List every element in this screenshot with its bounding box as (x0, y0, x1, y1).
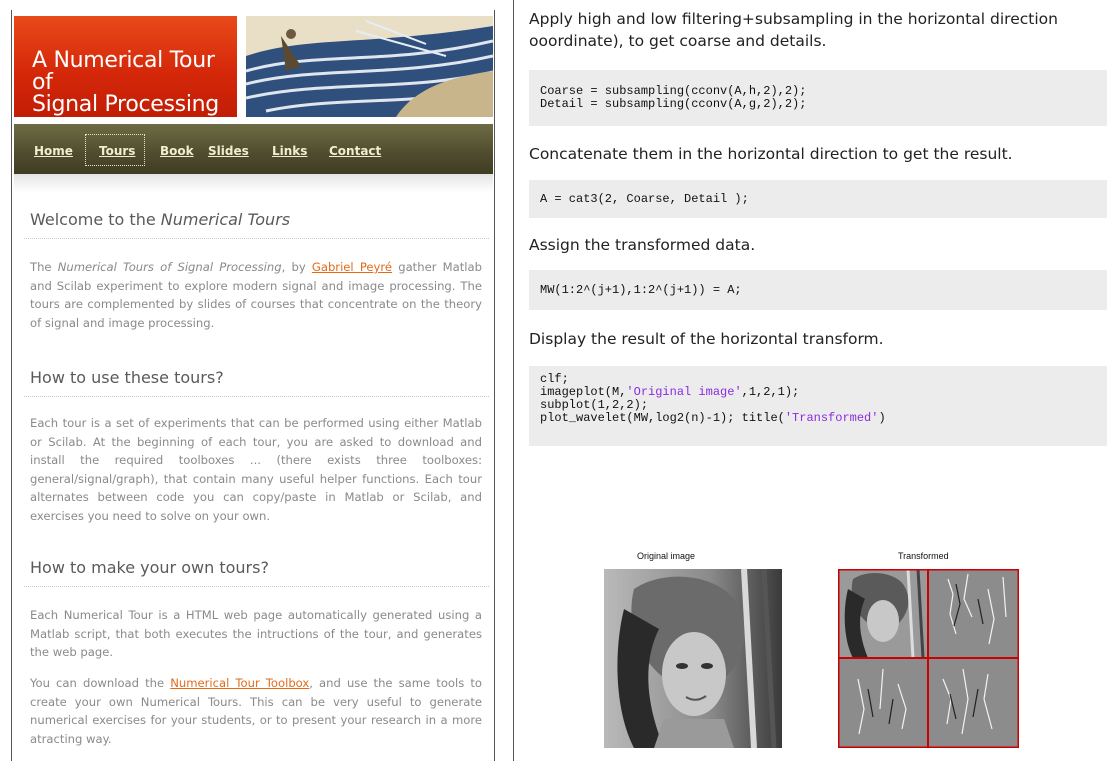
make-tours-paragraph-2: You can download the Numerical Tour Tool… (30, 674, 482, 748)
code-line: plot_wavelet(MW,log2(n)-1); title('Trans… (540, 412, 1107, 425)
logo-line-2: Signal Processing (32, 92, 219, 117)
instruction-text-4: Display the result of the horizontal tra… (529, 330, 884, 348)
nav-shadow (14, 174, 493, 192)
code-line: A = cat3(2, Coarse, Detail ); (540, 192, 749, 206)
code-token: ,1,2,1); (741, 385, 800, 399)
how-to-use-paragraph: Each tour is a set of experiments that c… (30, 416, 482, 523)
site-logo[interactable]: A Numerical Tour of Signal Processing (14, 16, 237, 117)
toolbox-link[interactable]: Numerical Tour Toolbox (170, 676, 309, 690)
transformed-image-title: Transformed (898, 551, 949, 561)
welcome-heading-em: Numerical Tours (160, 210, 291, 229)
header-banner-image (246, 16, 493, 117)
welcome-text: , by (281, 260, 312, 274)
nav-slides[interactable]: Slides (208, 144, 249, 158)
welcome-text: The (30, 260, 58, 274)
author-link[interactable]: Gabriel Peyré (312, 260, 392, 274)
panel-border-right (494, 10, 495, 761)
code-token: imageplot(M, (540, 385, 627, 399)
welcome-paragraph: The Numerical Tours of Signal Processing… (30, 258, 482, 332)
welcome-heading: Welcome to the Numerical Tours (30, 210, 290, 229)
code-token: plot_wavelet(MW,log2(n)-1); title( (540, 411, 785, 425)
logo-title: A Numerical Tour of Signal Processing (32, 50, 237, 116)
main-navigation: Home Tours Book Slides Links Contact (14, 124, 493, 174)
logo-line-1: A Numerical Tour of (32, 48, 215, 95)
instruction-line: Apply high and low filtering+subsampling… (529, 10, 1058, 28)
make-tours-heading: How to make your own tours? (30, 558, 269, 577)
right-panel-border (513, 0, 514, 761)
code-block-1[interactable]: Coarse = subsampling(cconv(A,h,2),2); Det… (529, 70, 1107, 126)
wavelet-tour-page: Apply high and low filtering+subsampling… (513, 0, 1107, 761)
section-divider (24, 238, 489, 239)
welcome-heading-prefix: Welcome to the (30, 210, 161, 229)
original-image-title: Original image (637, 551, 696, 561)
numerical-tours-webpage: A Numerical Tour of Signal Processing Ho… (10, 10, 494, 761)
instruction-text-1: Apply high and low filtering+subsampling… (529, 8, 1058, 52)
code-string: 'Original image' (626, 385, 742, 399)
make-tours-paragraph-1: Each Numerical Tour is a HTML web page a… (30, 608, 482, 660)
panel-border-left (11, 10, 12, 761)
original-image (604, 569, 782, 748)
instruction-text-3: Assign the transformed data. (529, 236, 756, 254)
nav-contact[interactable]: Contact (329, 144, 381, 158)
nav-home[interactable]: Home (34, 144, 73, 158)
code-string: 'Transformed' (784, 411, 879, 425)
section-divider (24, 396, 489, 397)
code-block-4[interactable]: clf; imageplot(M,'Original image',1,2,1);… (529, 366, 1107, 446)
nav-tours[interactable]: Tours (99, 144, 135, 158)
instruction-line: ooordinate), to get coarse and details. (529, 32, 827, 50)
download-text: You can download the (30, 676, 171, 690)
code-token: ) (878, 411, 886, 425)
nav-links[interactable]: Links (272, 144, 307, 158)
nav-book[interactable]: Book (160, 144, 194, 158)
code-block-2[interactable]: A = cat3(2, Coarse, Detail ); (529, 180, 1107, 218)
instruction-text-2: Concatenate them in the horizontal direc… (529, 145, 1013, 163)
section-divider (24, 586, 489, 587)
transformed-image (838, 569, 1019, 748)
code-line: Detail = subsampling(cconv(A,g,2),2); (540, 97, 807, 111)
welcome-text-em: Numerical Tours of Signal Processing (57, 260, 282, 274)
site-header: A Numerical Tour of Signal Processing (14, 16, 493, 117)
how-to-use-heading: How to use these tours? (30, 368, 224, 387)
code-block-3[interactable]: MW(1:2^(j+1),1:2^(j+1)) = A; (529, 270, 1107, 310)
code-line: MW(1:2^(j+1),1:2^(j+1)) = A; (540, 283, 742, 297)
